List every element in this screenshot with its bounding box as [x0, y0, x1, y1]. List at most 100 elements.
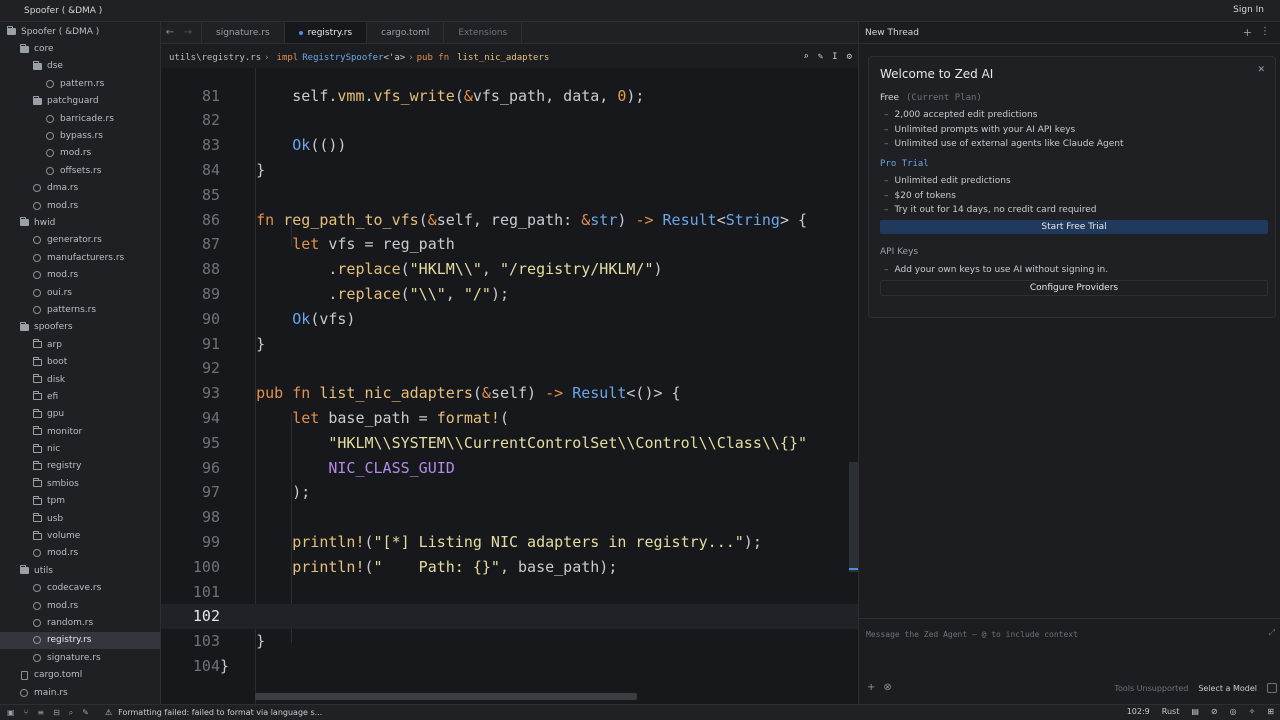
status-message[interactable]: ⚠ Formatting failed: failed to format vi… — [105, 708, 322, 717]
code-line[interactable]: 99 println!("[*] Listing NIC adapters in… — [161, 530, 858, 555]
add-context-icon[interactable]: + — [867, 682, 875, 693]
sidebar-item[interactable]: patterns.rs — [0, 301, 160, 318]
code-line[interactable]: 96 NIC_CLASS_GUID — [161, 456, 858, 481]
tab[interactable]: registry.rs — [284, 22, 368, 43]
sidebar-item[interactable]: oui.rs — [0, 284, 160, 301]
cursor-icon[interactable]: I — [832, 52, 837, 62]
sidebar-item[interactable]: monitor — [0, 423, 160, 440]
sidebar-item[interactable]: smbios — [0, 475, 160, 492]
code-line[interactable]: 84 } — [161, 158, 858, 183]
git-icon[interactable]: ⑂ — [24, 708, 29, 718]
sidebar-item[interactable]: hwid — [0, 214, 160, 231]
message-composer[interactable]: Message the Zed Agent — @ to include con… — [859, 618, 1280, 704]
search-icon[interactable]: ⌕ — [69, 708, 73, 718]
sidebar-item[interactable]: gpu — [0, 406, 160, 423]
code-line[interactable]: 88 .replace("HKLM\\", "/registry/HKLM/") — [161, 257, 858, 282]
code-line[interactable]: 91 } — [161, 332, 858, 357]
sidebar-item[interactable]: bypass.rs — [0, 127, 160, 144]
code-line[interactable]: 95 "HKLM\\SYSTEM\\CurrentControlSet\\Con… — [161, 431, 858, 456]
code-line[interactable]: 83 Ok(()) — [161, 133, 858, 158]
code-line[interactable]: 85 — [161, 183, 858, 208]
sidebar-item[interactable]: tpm — [0, 493, 160, 510]
sidebar-item[interactable]: pattern.rs — [0, 75, 160, 92]
agent-icon[interactable]: ✧ — [1249, 707, 1256, 716]
tab[interactable]: cargo.toml — [367, 22, 445, 43]
code-line[interactable]: 98 — [161, 505, 858, 530]
sidebar-item[interactable]: core — [0, 40, 160, 57]
back-arrow-icon[interactable]: ← — [161, 22, 179, 43]
code-line[interactable]: 81 self.vmm.vfs_write(&vfs_path, data, 0… — [161, 84, 858, 109]
code-line[interactable]: 103 } — [161, 629, 858, 654]
terminal-icon[interactable]: ⊞ — [1267, 707, 1274, 716]
code-line[interactable]: 87 let vfs = reg_path — [161, 232, 858, 257]
sidebar-item[interactable]: nic — [0, 440, 160, 457]
outline-icon[interactable]: ≡ — [37, 708, 44, 718]
code-line[interactable]: 97 ); — [161, 480, 858, 505]
sign-in-button[interactable]: Sign In — [1233, 5, 1264, 15]
breadcrumb-path[interactable]: utils\registry.rs — [169, 53, 261, 63]
message-input[interactable]: Message the Zed Agent — @ to include con… — [866, 630, 1078, 639]
debug-icon[interactable]: ✎ — [82, 708, 89, 718]
sidebar-item[interactable]: Spoofer ( &DMA ) — [0, 23, 160, 40]
breadcrumb[interactable]: utils\registry.rs › impl RegistrySpoofer… — [161, 48, 858, 68]
forward-arrow-icon[interactable]: → — [179, 22, 197, 43]
sidebar-item[interactable]: cargo.toml — [0, 666, 160, 683]
code-line[interactable]: 94 let base_path = format!( — [161, 406, 858, 431]
diagnostics-icon[interactable]: ⊘ — [1211, 707, 1218, 716]
cursor-position[interactable]: 102:9 — [1127, 707, 1150, 716]
sidebar-item[interactable]: random.rs — [0, 614, 160, 631]
send-icon[interactable] — [1267, 683, 1277, 693]
vim-icon[interactable]: ▤ — [1191, 707, 1199, 716]
sidebar-item[interactable]: generator.rs — [0, 232, 160, 249]
assistant-icon[interactable]: ✎ — [818, 52, 823, 62]
language-selector[interactable]: Rust — [1162, 707, 1180, 716]
sidebar-item[interactable]: efi — [0, 388, 160, 405]
code-line[interactable]: 92 — [161, 356, 858, 381]
code-line[interactable]: 86 fn reg_path_to_vfs(&self, reg_path: &… — [161, 208, 858, 233]
code-line[interactable]: 89 .replace("\\", "/"); — [161, 282, 858, 307]
new-thread-icon[interactable]: + — [1243, 26, 1252, 39]
sidebar-item[interactable]: offsets.rs — [0, 162, 160, 179]
sidebar-item[interactable]: signature.rs — [0, 649, 160, 666]
sidebar-item[interactable]: mod.rs — [0, 266, 160, 283]
collab-icon[interactable]: ⊟ — [53, 708, 60, 718]
code-line[interactable]: 102 — [161, 604, 858, 630]
project-panel-icon[interactable]: ▣ — [7, 708, 15, 718]
notifications-icon[interactable]: ◎ — [1230, 707, 1237, 716]
sidebar-item[interactable]: disk — [0, 371, 160, 388]
sidebar-item[interactable]: usb — [0, 510, 160, 527]
sidebar-item[interactable]: boot — [0, 353, 160, 370]
code-line[interactable]: 104} — [161, 654, 858, 679]
code-line[interactable]: 100 println!(" Path: {}", base_path); — [161, 555, 858, 580]
sidebar-item[interactable]: registry — [0, 458, 160, 475]
settings-icon[interactable]: ⚙ — [847, 52, 852, 62]
sidebar-item[interactable]: mod.rs — [0, 197, 160, 214]
tab[interactable]: Extensions — [444, 22, 523, 43]
sidebar-item[interactable]: dse — [0, 58, 160, 75]
select-model-button[interactable]: Select a Model — [1198, 684, 1257, 693]
search-icon[interactable]: ⌕ — [803, 52, 808, 62]
sidebar-item[interactable]: registry.rs — [0, 631, 160, 650]
sidebar-item[interactable]: volume — [0, 527, 160, 544]
horizontal-scrollbar[interactable] — [255, 693, 637, 700]
vertical-scrollbar[interactable] — [849, 462, 858, 572]
sidebar-item[interactable]: codecave.rs — [0, 580, 160, 597]
configure-providers-button[interactable]: Configure Providers — [880, 279, 1268, 296]
sidebar-item[interactable]: barricade.rs — [0, 110, 160, 127]
mention-icon[interactable]: ⊗ — [883, 682, 891, 693]
sidebar-item[interactable]: manufacturers.rs — [0, 249, 160, 266]
code-editor[interactable]: 81 self.vmm.vfs_write(&vfs_path, data, 0… — [161, 68, 858, 704]
sidebar-item[interactable]: arp — [0, 336, 160, 353]
start-free-trial-button[interactable]: Start Free Trial — [880, 220, 1268, 234]
sidebar-item[interactable]: utils — [0, 562, 160, 579]
code-line[interactable]: 101 — [161, 580, 858, 605]
sidebar-item[interactable]: mod.rs — [0, 145, 160, 162]
code-line[interactable]: 82 — [161, 108, 858, 133]
sidebar-item[interactable]: spoofers — [0, 319, 160, 336]
expand-icon[interactable]: ⤢ — [1269, 628, 1275, 638]
close-icon[interactable]: ✕ — [1257, 65, 1265, 75]
code-line[interactable]: 90 Ok(vfs) — [161, 307, 858, 332]
sidebar-item[interactable]: dma.rs — [0, 180, 160, 197]
sidebar-item[interactable]: mod.rs — [0, 545, 160, 562]
breadcrumb-impl-type[interactable]: RegistrySpoofer — [302, 53, 383, 63]
